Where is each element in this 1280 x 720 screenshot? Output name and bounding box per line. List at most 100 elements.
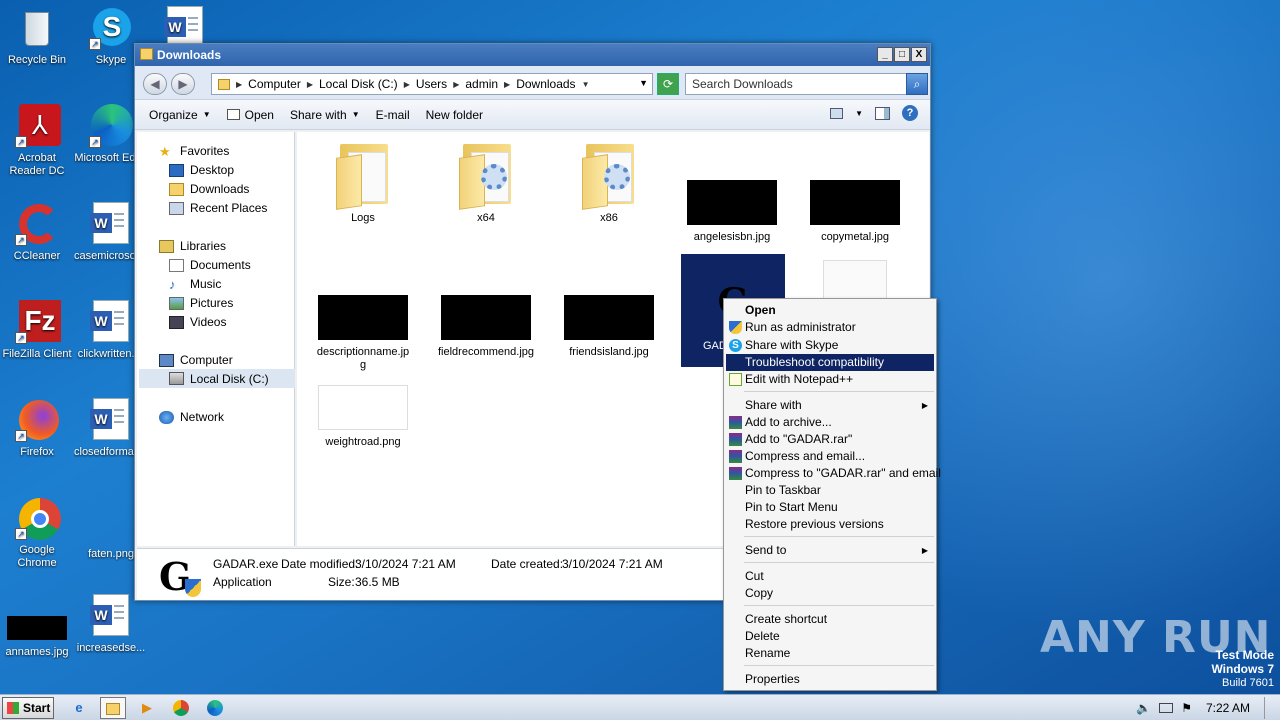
menu-send-to[interactable]: Send to ▶: [726, 542, 934, 559]
maximize-button[interactable]: □: [894, 47, 910, 62]
menu-compress-rar-email[interactable]: Compress to "GADAR.rar" and email: [726, 465, 941, 482]
chevron-right-icon[interactable]: ▶: [404, 80, 410, 89]
open-button[interactable]: Open: [219, 104, 282, 126]
forward-button[interactable]: ▶: [171, 73, 195, 95]
taskbar-explorer-icon[interactable]: [100, 697, 126, 719]
taskbar-ie-icon[interactable]: e: [66, 697, 92, 719]
start-button[interactable]: Start: [2, 697, 54, 719]
file-item-friendsisland[interactable]: friendsisland.jpg: [554, 295, 664, 359]
help-icon[interactable]: ?: [902, 105, 918, 121]
close-button[interactable]: X: [911, 47, 927, 62]
menu-copy[interactable]: Copy: [726, 585, 934, 602]
nav-pictures[interactable]: Pictures: [169, 296, 233, 310]
view-options-icon[interactable]: [830, 107, 844, 119]
nav-local-disk[interactable]: Local Disk (C:): [139, 369, 295, 388]
nav-videos[interactable]: Videos: [169, 315, 226, 329]
show-desktop-button[interactable]: [1264, 697, 1272, 719]
menu-notepad[interactable]: Edit with Notepad++: [726, 371, 934, 388]
breadcrumb-admin[interactable]: admin: [465, 77, 498, 91]
detail-modified-label: Date modified:: [281, 557, 359, 571]
search-icon[interactable]: ⌕: [906, 73, 928, 95]
chevron-down-icon[interactable]: ▼: [855, 109, 863, 118]
breadcrumb-users[interactable]: Users: [416, 77, 447, 91]
taskbar-edge-icon[interactable]: [202, 697, 228, 719]
menu-share-with[interactable]: Share with ▶: [726, 397, 934, 414]
address-dropdown-icon[interactable]: ▼: [639, 78, 648, 88]
menu-run-as-admin[interactable]: Run as administrator: [726, 319, 934, 336]
desktop-icon-acrobat[interactable]: ⅄ ↗ Acrobat Reader DC: [0, 104, 74, 178]
nav-documents[interactable]: Documents: [169, 258, 251, 272]
menu-properties[interactable]: Properties: [726, 671, 934, 688]
action-center-flag-icon[interactable]: ⚑: [1181, 701, 1192, 715]
file-item-copymetal[interactable]: copymetal.jpg: [800, 180, 910, 244]
desktop-icon-chrome[interactable]: ↗ Google Chrome: [0, 496, 74, 570]
file-item-logs[interactable]: Logs: [308, 140, 418, 225]
title-bar[interactable]: Downloads _ □ X: [135, 44, 930, 66]
desktop-icon-recycle-bin[interactable]: Recycle Bin: [0, 6, 74, 67]
menu-troubleshoot[interactable]: Troubleshoot compatibility: [726, 354, 934, 371]
nav-favorites[interactable]: ★ Favorites: [159, 144, 229, 158]
share-with-button[interactable]: Share with ▼: [282, 104, 368, 126]
volume-icon[interactable]: 🔈: [1136, 701, 1151, 715]
taskbar-chrome-icon[interactable]: [168, 697, 194, 719]
desktop-icon-filezilla[interactable]: Fz ↗ FileZilla Client: [0, 300, 74, 361]
chevron-right-icon[interactable]: ▶: [453, 80, 459, 89]
network-tray-icon[interactable]: [1159, 703, 1174, 713]
desktop-icon-increasedse[interactable]: W increasedse...: [74, 594, 148, 655]
drive-icon: [169, 372, 184, 385]
menu-pin-start[interactable]: Pin to Start Menu: [726, 499, 934, 516]
desktop-icon-ccleaner[interactable]: ↗ CCleaner: [0, 202, 74, 263]
chevron-right-icon[interactable]: ▶: [504, 80, 510, 89]
chevron-right-icon: ▶: [921, 546, 928, 555]
menu-add-archive[interactable]: Add to archive...: [726, 414, 934, 431]
menu-share-skype[interactable]: S Share with Skype: [726, 337, 934, 354]
downloads-folder-icon: [169, 182, 184, 196]
breadcrumb-computer[interactable]: Computer: [248, 77, 301, 91]
breadcrumb-downloads[interactable]: Downloads: [516, 77, 575, 91]
nav-recent-places[interactable]: Recent Places: [169, 201, 267, 215]
nav-computer[interactable]: Computer: [159, 353, 233, 367]
file-item-weightroad[interactable]: weightroad.png: [308, 385, 418, 449]
file-item-descriptionname[interactable]: descriptionname.jpg: [308, 295, 418, 372]
refresh-button[interactable]: ⟳: [657, 73, 679, 95]
email-button[interactable]: E-mail: [368, 104, 418, 126]
winrar-icon: [729, 450, 742, 463]
chevron-down-icon[interactable]: ▼: [582, 80, 590, 89]
file-item-x86[interactable]: x86: [554, 140, 664, 225]
menu-delete[interactable]: Delete: [726, 628, 934, 645]
menu-create-shortcut[interactable]: Create shortcut: [726, 611, 934, 628]
nav-music[interactable]: ♪ Music: [169, 277, 221, 291]
file-item-x64[interactable]: x64: [431, 140, 541, 225]
menu-cut[interactable]: Cut: [726, 568, 934, 585]
videos-icon: [169, 315, 184, 329]
search-input[interactable]: Search Downloads: [685, 73, 907, 95]
chevron-right-icon[interactable]: ▶: [307, 80, 313, 89]
menu-restore-versions[interactable]: Restore previous versions: [726, 516, 934, 533]
file-item-angelesisbn[interactable]: angelesisbn.jpg: [677, 180, 787, 244]
organize-button[interactable]: Organize ▼: [141, 104, 219, 126]
breadcrumb-local-disk[interactable]: Local Disk (C:): [319, 77, 398, 91]
clock[interactable]: 7:22 AM: [1200, 701, 1256, 715]
chevron-right-icon[interactable]: ▶: [236, 80, 242, 89]
desktop-icon-firefox[interactable]: ↗ Firefox: [0, 398, 74, 459]
menu-open[interactable]: Open: [726, 302, 934, 319]
firefox-icon: ↗: [15, 398, 59, 442]
new-folder-button[interactable]: New folder: [418, 104, 491, 126]
nav-network[interactable]: Network: [159, 410, 224, 424]
nav-downloads[interactable]: Downloads: [169, 182, 249, 196]
menu-pin-taskbar[interactable]: Pin to Taskbar: [726, 482, 934, 499]
menu-add-rar[interactable]: Add to "GADAR.rar": [726, 431, 934, 448]
word-doc-icon: W: [89, 202, 133, 246]
menu-compress-email[interactable]: Compress and email...: [726, 448, 934, 465]
back-button[interactable]: ◀: [143, 73, 167, 95]
desktop-icon-annames[interactable]: annames.jpg: [0, 604, 74, 659]
nav-desktop[interactable]: Desktop: [169, 163, 234, 177]
preview-pane-icon[interactable]: [875, 106, 890, 120]
menu-rename[interactable]: Rename: [726, 645, 934, 662]
file-item-blank[interactable]: [800, 260, 910, 300]
nav-libraries[interactable]: Libraries: [159, 239, 226, 253]
minimize-button[interactable]: _: [877, 47, 893, 62]
taskbar-media-player-icon[interactable]: ▶: [134, 697, 160, 719]
address-bar[interactable]: ▶ Computer ▶ Local Disk (C:) ▶ Users ▶ a…: [211, 73, 653, 95]
file-item-fieldrecommend[interactable]: fieldrecommend.jpg: [431, 295, 541, 359]
